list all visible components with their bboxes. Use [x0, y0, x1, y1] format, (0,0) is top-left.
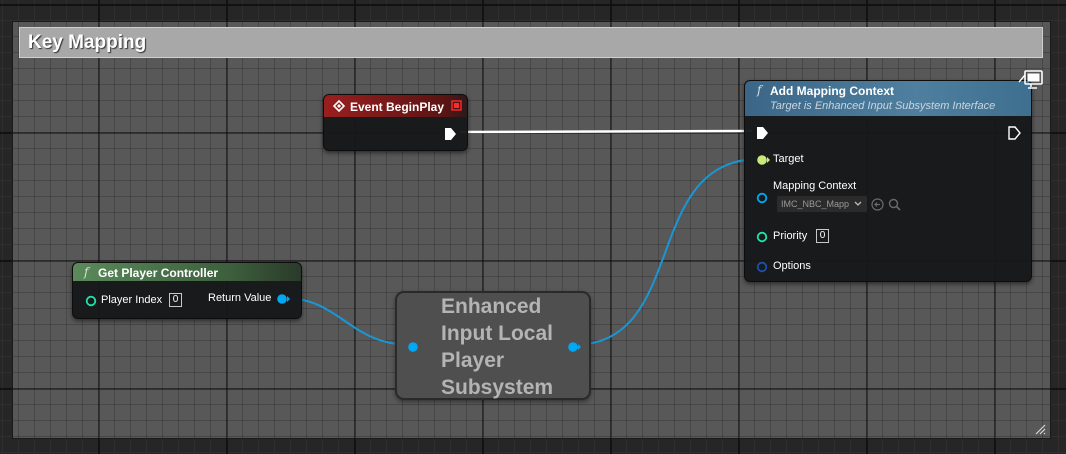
options-label: Options [773, 260, 811, 272]
subsystem-input-pin[interactable] [407, 341, 419, 353]
mapping-context-value: IMC_NBC_Mapp [781, 199, 850, 209]
return-value-pin[interactable] [276, 293, 290, 305]
target-pin[interactable] [756, 154, 770, 166]
event-icon [333, 100, 345, 112]
browse-asset-icon[interactable] [888, 198, 901, 211]
target-label: Target [773, 153, 804, 165]
return-value-label: Return Value [208, 292, 272, 304]
mapping-context-pin[interactable] [756, 192, 768, 204]
mapping-context-dropdown[interactable]: IMC_NBC_Mapp [777, 196, 867, 212]
exec-out-pin[interactable] [1008, 126, 1021, 140]
chevron-down-icon [854, 201, 862, 206]
player-index-label: Player Index [101, 294, 163, 306]
enhanced-input-subsystem-title: Enhanced Input Local Player Subsystem [441, 295, 554, 399]
priority-field[interactable]: 0 [816, 229, 829, 243]
client-only-icon [1018, 70, 1043, 89]
use-selected-asset-icon[interactable] [871, 198, 884, 211]
function-icon: f [84, 265, 89, 279]
get-player-controller-title: Get Player Controller [98, 266, 219, 280]
add-mapping-context-title: Add Mapping Context [770, 84, 894, 98]
get-player-controller-node[interactable]: f Get Player Controller Player Index 0 R… [72, 262, 302, 319]
priority-label: Priority [773, 230, 808, 242]
add-mapping-context-subtitle: Target is Enhanced Input Subsystem Inter… [770, 100, 996, 112]
enhanced-input-subsystem-node[interactable]: Enhanced Input Local Player Subsystem [395, 291, 591, 400]
comment-title: Key Mapping [28, 32, 147, 53]
priority-pin[interactable] [756, 231, 768, 243]
exec-in-pin[interactable] [756, 126, 769, 140]
delegate-pin-icon[interactable] [451, 100, 462, 111]
player-index-pin[interactable] [85, 295, 97, 307]
subsystem-output-pin[interactable] [567, 341, 581, 353]
player-index-field[interactable]: 0 [169, 293, 182, 307]
add-mapping-context-node[interactable]: f Add Mapping Context Target is Enhanced… [744, 80, 1032, 282]
function-icon: f [757, 83, 762, 97]
event-beginplay-node[interactable]: Event BeginPlay [323, 94, 468, 151]
exec-out-pin[interactable] [444, 127, 457, 141]
comment-header[interactable]: Key Mapping [19, 27, 1043, 58]
event-beginplay-title: Event BeginPlay [350, 100, 445, 114]
mapping-context-label: Mapping Context [773, 180, 857, 192]
options-pin[interactable] [756, 261, 768, 273]
resize-grip-icon[interactable] [1034, 423, 1046, 435]
